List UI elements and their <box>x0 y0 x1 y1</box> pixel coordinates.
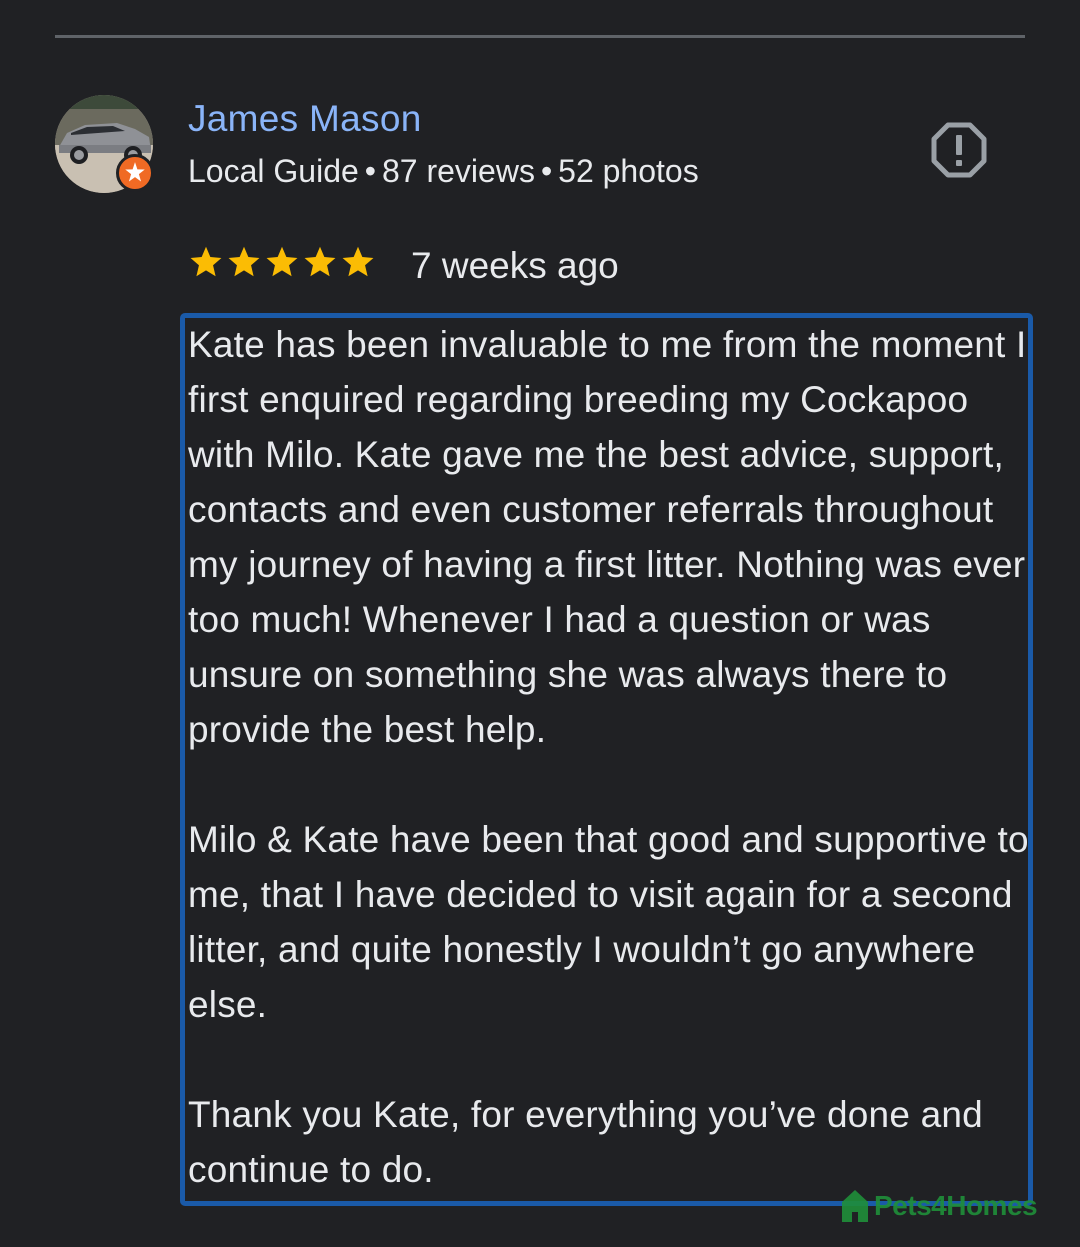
local-guide-badge <box>116 154 154 192</box>
top-divider <box>55 35 1025 38</box>
meta-separator: • <box>540 153 553 189</box>
local-guide-label: Local Guide <box>188 153 359 189</box>
meta-separator: • <box>364 153 376 189</box>
star-icon <box>342 246 374 277</box>
report-button[interactable] <box>930 121 988 179</box>
house-icon <box>842 1190 868 1222</box>
review-count: 87 reviews <box>381 153 535 189</box>
review-time: 7 weeks ago <box>411 245 619 286</box>
report-icon <box>931 122 987 178</box>
watermark-text: Pets4Homes <box>874 1190 1038 1221</box>
review-paragraph: Kate has been invaluable to me from the … <box>188 324 1027 750</box>
watermark: Pets4Homes <box>840 1188 1038 1224</box>
review-paragraph: Milo & Kate have been that good and supp… <box>188 819 1029 1025</box>
star-icon <box>304 246 336 277</box>
review-paragraph: Thank you Kate, for everything you’ve do… <box>188 1094 983 1190</box>
reviewer-name[interactable]: James Mason <box>188 96 422 142</box>
star-icon <box>228 246 260 277</box>
review-text: Kate has been invaluable to me from the … <box>188 317 1033 1197</box>
reviewer-meta: Local Guide • 87 reviews • 52 photos <box>188 149 699 193</box>
local-guide-star-icon <box>125 162 145 182</box>
star-rating <box>188 244 376 280</box>
photo-count: 52 photos <box>558 153 699 189</box>
star-icon <box>190 246 222 277</box>
star-icon <box>266 246 298 277</box>
